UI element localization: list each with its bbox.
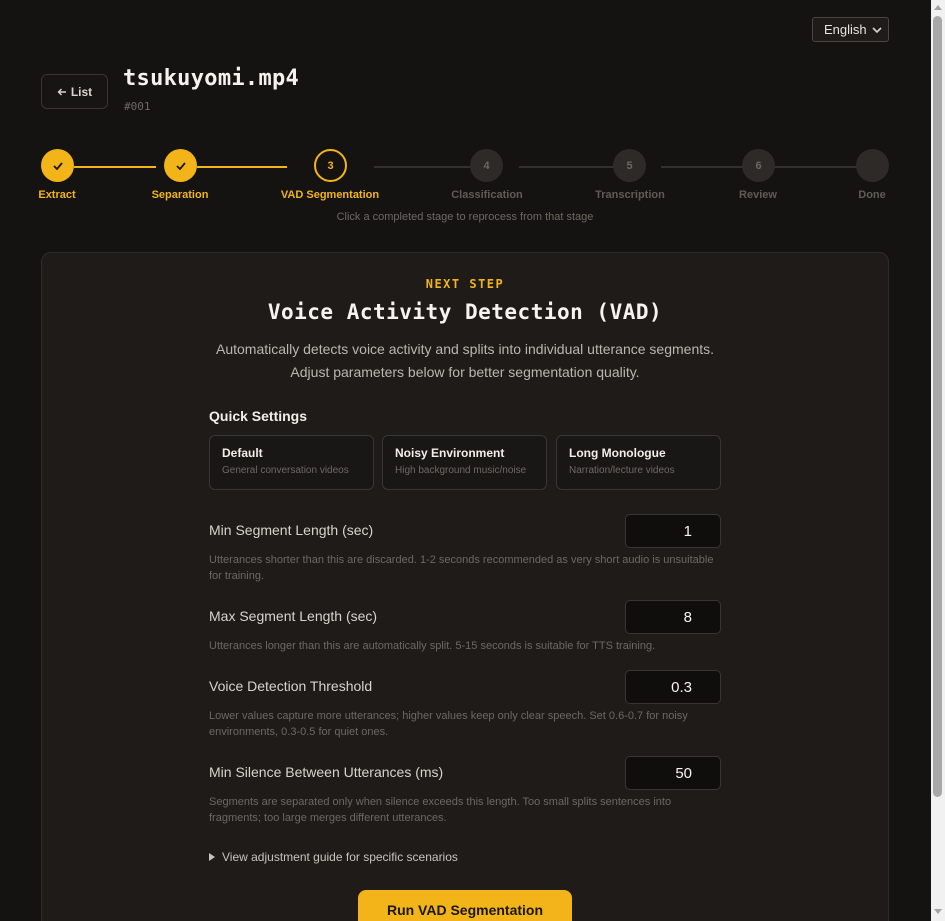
step-classification: 4 [470,149,503,182]
check-icon [52,161,63,170]
adjustment-guide-toggle[interactable]: View adjustment guide for specific scena… [209,850,458,864]
step-number: 4 [483,159,490,172]
step-separation[interactable] [164,149,197,182]
voice-threshold-input[interactable] [625,670,721,704]
card-description-line: Adjust parameters below for better segme… [290,364,640,380]
min-segment-length-input[interactable] [625,514,721,548]
next-step-eyebrow: NEXT STEP [425,277,505,291]
stepper-connector [519,166,614,168]
max-segment-length-label: Max Segment Length (sec) [209,608,378,624]
stepper-connector [197,166,287,168]
check-icon [175,161,186,170]
preset-name: Default [222,446,263,460]
scroll-up-icon[interactable] [934,4,942,10]
preset-name: Long Monologue [569,446,666,460]
preset-name: Noisy Environment [395,446,505,460]
preset-long-monologue[interactable]: Long Monologue Narration/lecture videos [556,435,721,490]
stepper-connector [775,166,857,168]
adjustment-guide-label: View adjustment guide for specific scena… [222,850,458,864]
back-to-list-button[interactable]: List [41,74,108,109]
step-number: 5 [626,159,633,172]
voice-threshold-label: Voice Detection Threshold [209,678,373,694]
step-vad-segmentation: 3 [314,149,347,182]
card-title: Voice Activity Detection (VAD) [267,300,663,324]
language-select-value: English [824,22,867,37]
step-done [856,149,889,182]
stepper-hint: Click a completed stage to reprocess fro… [336,211,594,223]
preset-subtitle: High background music/noise [395,465,527,476]
preset-default[interactable]: Default General conversation videos [209,435,374,490]
file-id: #001 [124,100,151,113]
card-description: Automatically detects voice activity and… [41,338,889,384]
min-silence-help: Segments are separated only when silence… [209,796,672,824]
card-description-line: Automatically detects voice activity and… [215,341,715,357]
step-label-separation[interactable]: Separation [152,189,209,201]
min-segment-length-help: Utterances shorter than this are discard… [209,554,714,582]
chevron-down-icon [872,27,882,34]
scrollbar-thumb[interactable] [933,16,942,797]
max-segment-length-help: Utterances longer than this are automati… [209,640,656,652]
voice-threshold-help: Lower values capture more utterances; hi… [209,710,688,738]
step-label-review: Review [739,189,777,201]
min-silence-input[interactable] [625,756,721,790]
step-label-classification: Classification [451,189,523,201]
step-review: 6 [742,149,775,182]
min-silence-label: Min Silence Between Utterances (ms) [209,764,444,780]
step-extract[interactable] [41,149,74,182]
preset-subtitle: Narration/lecture videos [569,465,675,476]
stepper-connector [374,166,470,168]
disclosure-triangle-icon [209,853,215,861]
step-number: 3 [327,159,334,172]
quick-settings-title: Quick Settings [209,408,308,424]
arrow-left-icon [57,88,66,95]
step-number: 6 [755,159,762,172]
language-select[interactable]: English [812,17,889,42]
max-segment-length-input[interactable] [625,600,721,634]
scroll-down-icon[interactable] [934,909,942,915]
step-transcription: 5 [613,149,646,182]
step-label-vad-segmentation: VAD Segmentation [280,189,380,201]
min-segment-length-label: Min Segment Length (sec) [209,522,374,538]
page-title: tsukuyomi.mp4 [123,66,300,91]
step-label-done: Done [858,189,886,201]
step-label-transcription: Transcription [595,189,665,201]
preset-noisy-environment[interactable]: Noisy Environment High background music/… [382,435,547,490]
stepper-connector [661,166,743,168]
stepper-connector [74,166,156,168]
step-label-extract[interactable]: Extract [38,189,75,201]
run-vad-button[interactable]: Run VAD Segmentation [358,890,572,921]
back-button-label: List [70,84,93,99]
preset-subtitle: General conversation videos [222,465,349,476]
